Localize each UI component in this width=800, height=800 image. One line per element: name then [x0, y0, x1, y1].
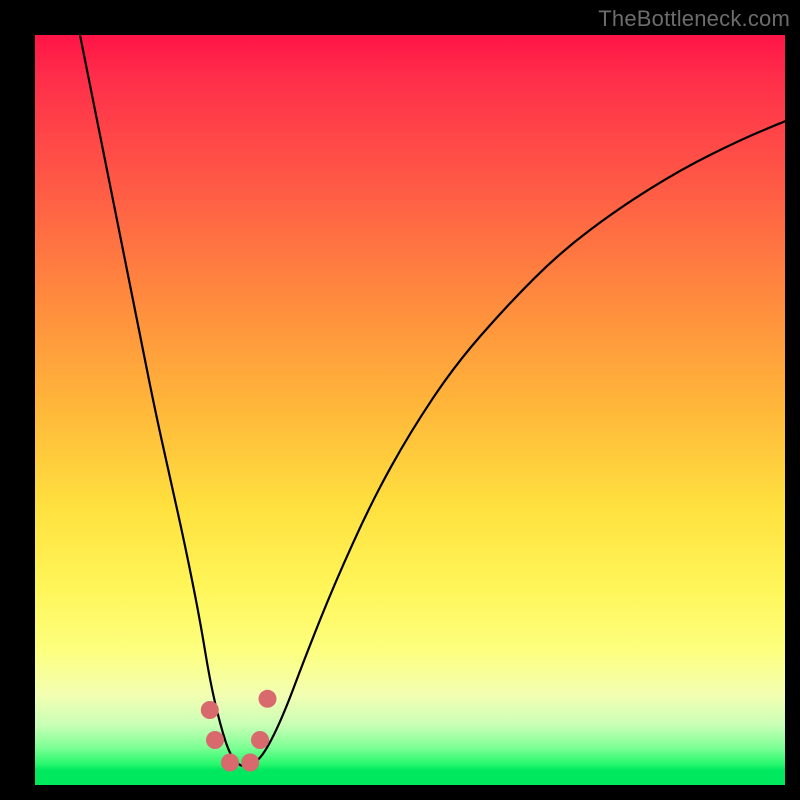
- bottleneck-curve: [80, 35, 785, 766]
- marker-trough-right: [241, 754, 259, 772]
- watermark-text: TheBottleneck.com: [598, 6, 790, 32]
- marker-left-shoulder-top: [201, 701, 219, 719]
- outer-frame: TheBottleneck.com: [0, 0, 800, 800]
- marker-right-shoulder-bottom: [251, 731, 269, 749]
- marker-left-shoulder-bottom: [206, 731, 224, 749]
- curve-markers: [201, 690, 277, 772]
- marker-right-shoulder-top: [259, 690, 277, 708]
- marker-trough-left: [221, 754, 239, 772]
- curve-svg: [35, 35, 785, 785]
- plot-area: [35, 35, 785, 785]
